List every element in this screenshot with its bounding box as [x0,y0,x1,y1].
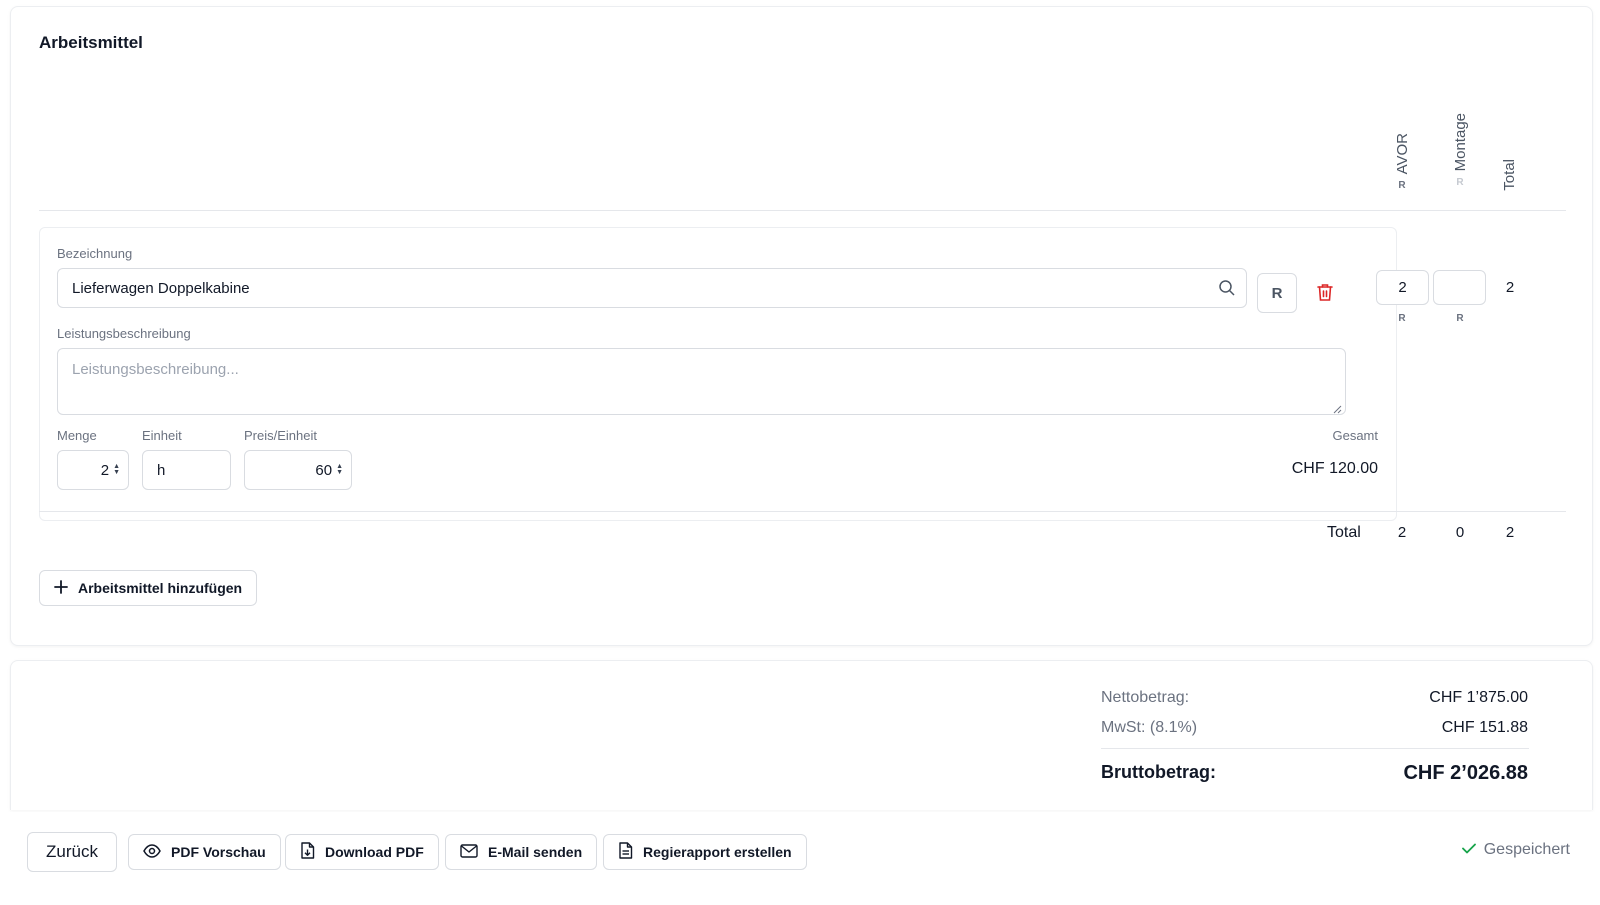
totals-label: Total [1327,524,1361,541]
regierapport-label: Regierapport erstellen [643,844,792,860]
mwst-value: CHF 151.88 [1441,719,1528,736]
column-header-total-label: Total [1500,159,1518,191]
einheit-value: h [157,461,166,479]
mwst-label: MwSt: (8.1%) [1101,719,1198,736]
back-button[interactable]: Zurück [27,832,117,872]
add-arbeitsmittel-label: Arbeitsmittel hinzufügen [78,580,243,596]
document-icon [618,842,633,862]
beschreibung-textarea[interactable]: Leistungsbeschreibung... [57,348,1346,415]
mail-icon [460,843,478,861]
item-total-value: 2 [1505,279,1515,296]
brutto-label: Bruttobetrag: [1101,762,1216,782]
column-header-avor-label: AVOR [1393,133,1411,175]
file-download-icon [300,842,315,862]
menge-input[interactable]: 2 ▲ ▼ [57,450,129,490]
column-header-avor-badge[interactable]: R [1382,180,1422,191]
header-divider [39,210,1566,211]
menge-label: Menge [57,428,97,443]
gesamt-label: Gesamt [1332,428,1378,443]
summary-card: Nettobetrag: CHF 1’875.00 MwSt: (8.1%) C… [10,660,1593,810]
beschreibung-label: Leistungsbeschreibung [57,326,191,341]
saved-status: Gespeichert [1461,841,1570,859]
pdf-preview-button[interactable]: PDF Vorschau [128,834,281,870]
back-button-label: Zurück [46,842,98,861]
preis-spinner-icon[interactable]: ▲ ▼ [336,463,343,476]
download-pdf-button[interactable]: Download PDF [285,834,439,870]
montage-r-button[interactable]: R [1450,313,1470,324]
bezeichnung-value: Lieferwagen Doppelkabine [72,279,250,297]
regierapport-button[interactable]: Regierapport erstellen [603,834,807,870]
brutto-value: CHF 2’026.88 [1403,762,1528,784]
send-email-label: E-Mail senden [488,844,583,860]
pdf-preview-label: PDF Vorschau [171,844,266,860]
column-header-montage-badge[interactable]: R [1440,177,1480,188]
einheit-input[interactable]: h [142,450,231,490]
totals-divider [39,511,1566,512]
send-email-button[interactable]: E-Mail senden [445,834,598,870]
column-header-avor: AVOR R [1382,133,1422,191]
item-box: Bezeichnung Lieferwagen Doppelkabine R L… [39,227,1397,521]
bezeichnung-input[interactable]: Lieferwagen Doppelkabine [57,268,1247,308]
column-header-montage-label: Montage [1451,113,1469,172]
arbeitsmittel-card: Arbeitsmittel AVOR R Montage R Total Bez… [10,6,1593,646]
menge-spinner-icon[interactable]: ▲ ▼ [113,463,120,476]
add-arbeitsmittel-button[interactable]: Arbeitsmittel hinzufügen [39,570,258,606]
saved-label: Gespeichert [1483,841,1570,858]
totals-avor: 2 [1397,524,1407,541]
eye-icon [143,843,161,861]
totals-total: 2 [1505,524,1515,541]
search-icon[interactable] [1218,279,1236,297]
totals-montage: 0 [1455,524,1465,541]
resize-grip-icon[interactable] [1332,401,1342,414]
bezeichnung-label: Bezeichnung [57,246,133,261]
check-icon [1461,841,1476,859]
beschreibung-placeholder: Leistungsbeschreibung... [72,361,239,378]
trash-icon[interactable] [1316,283,1334,307]
gesamt-value: CHF 120.00 [1291,460,1378,477]
column-header-montage: Montage R [1440,113,1480,188]
netto-value: CHF 1’875.00 [1429,689,1528,706]
avor-input[interactable]: 2 [1376,270,1429,305]
avor-r-button[interactable]: R [1392,313,1412,324]
section-title: Arbeitsmittel [39,33,143,52]
column-header-total: Total [1489,159,1529,191]
plus-icon [54,579,68,597]
preis-value: 60 [315,461,333,479]
preis-input[interactable]: 60 ▲ ▼ [244,450,352,490]
r-button[interactable]: R [1257,273,1297,313]
netto-label: Nettobetrag: [1101,689,1190,706]
preis-label: Preis/Einheit [244,428,317,443]
menge-value: 2 [100,461,110,479]
summary-divider [1101,748,1529,749]
montage-input[interactable] [1433,270,1486,305]
download-pdf-label: Download PDF [325,844,424,860]
einheit-label: Einheit [142,428,182,443]
